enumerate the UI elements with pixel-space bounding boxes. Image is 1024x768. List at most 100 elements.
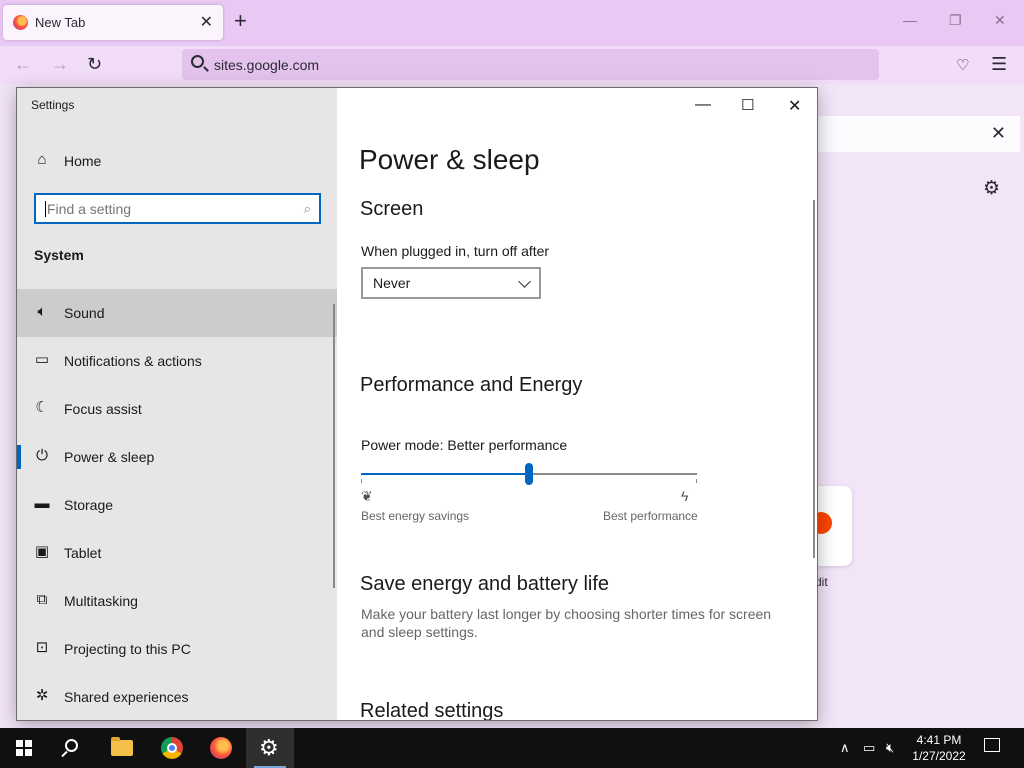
home-icon: ⌂ — [37, 151, 47, 168]
sidebar-item-label: Storage — [64, 497, 114, 513]
speaker-icon: 🔈︎ — [37, 303, 47, 320]
action-center-icon[interactable] — [984, 738, 1000, 752]
sidebar-item-tablet[interactable]: ▣ Tablet — [17, 529, 337, 577]
slider-max-caption: Best performance — [603, 509, 698, 523]
menu-icon[interactable]: ☰ — [991, 54, 1007, 75]
close-window-icon[interactable]: ✕ — [994, 12, 1006, 29]
selected-indicator — [17, 445, 21, 469]
sidebar-item-label: Projecting to this PC — [64, 641, 191, 657]
section-heading: System — [34, 247, 84, 263]
sidebar-item-projecting[interactable]: ⊡ Projecting to this PC — [17, 625, 337, 673]
address-bar[interactable]: sites.google.com — [182, 49, 879, 80]
volume-muted-icon[interactable]: 🔇︎ — [886, 740, 894, 756]
search-icon: ⌕ — [303, 201, 311, 216]
settings-content: — ☐ ✕ Power & sleep Screen When plugged … — [337, 88, 817, 720]
plugged-in-label: When plugged in, turn off after — [361, 243, 550, 259]
forward-arrow-icon[interactable]: → — [51, 54, 69, 75]
settings-sidebar: Settings ⌂ Home Find a setting ⌕ System … — [17, 88, 337, 720]
sidebar-item-home[interactable]: ⌂ Home — [17, 137, 337, 185]
close-icon[interactable]: ✕ — [788, 96, 801, 116]
chrome-icon — [161, 737, 183, 759]
chevron-up-icon[interactable]: ∧ — [840, 740, 850, 756]
sidebar-scrollbar[interactable] — [333, 304, 335, 588]
taskbar-firefox[interactable] — [197, 728, 245, 768]
network-icon[interactable]: ▭ — [863, 740, 875, 756]
pocket-icon[interactable]: ♡ — [956, 56, 969, 74]
leaf-icon: ❦ — [361, 488, 373, 504]
sidebar-item-focus-assist[interactable]: ☾ Focus assist — [17, 385, 337, 433]
gear-icon: ⚙ — [259, 735, 279, 760]
sidebar-item-shared-experiences[interactable]: ✲ Shared experiences — [17, 673, 337, 720]
power-mode-label: Power mode: Better performance — [361, 437, 568, 453]
browser-navigation-bar: ← → ↻ sites.google.com ♡ ☰ — [0, 46, 1024, 84]
find-setting-input[interactable]: Find a setting ⌕ — [34, 193, 321, 224]
sidebar-item-multitasking[interactable]: ⧉ Multitasking — [17, 577, 337, 625]
screen-heading: Screen — [360, 198, 424, 220]
search-placeholder: Find a setting — [45, 201, 132, 217]
power-icon: ⏻ — [36, 447, 48, 464]
sidebar-item-label: Multitasking — [64, 593, 138, 609]
browser-tab-bar: New Tab ✕ + — ❐ ✕ — [0, 0, 1024, 46]
tab-title: New Tab — [35, 15, 86, 30]
related-settings-heading: Related settings — [360, 700, 504, 721]
performance-heading: Performance and Energy — [360, 374, 583, 396]
taskbar-file-explorer[interactable] — [98, 728, 146, 768]
storage-icon: ▬ — [34, 495, 50, 512]
sidebar-item-notifications[interactable]: ▭ Notifications & actions — [17, 337, 337, 385]
back-arrow-icon[interactable]: ← — [14, 54, 32, 75]
minimize-icon[interactable]: — — [695, 96, 711, 114]
clock-date: 1/27/2022 — [912, 749, 966, 763]
taskbar-search-button[interactable] — [48, 728, 96, 768]
content-scrollbar[interactable] — [813, 200, 815, 558]
new-tab-button[interactable]: + — [234, 10, 247, 32]
notification-icon: ▭ — [34, 351, 50, 368]
windows-logo-icon — [16, 740, 32, 756]
folder-icon — [111, 737, 133, 756]
window-title: Settings — [31, 98, 75, 112]
close-notification-icon[interactable]: ✕ — [991, 123, 1006, 144]
reload-icon[interactable]: ↻ — [87, 54, 102, 75]
taskbar-chrome[interactable] — [148, 728, 196, 768]
notification-bar: ✕ — [800, 116, 1020, 152]
power-mode-slider[interactable] — [361, 463, 697, 485]
sidebar-item-label: Home — [64, 153, 102, 169]
slider-fill — [361, 473, 529, 475]
sidebar-item-label: Sound — [64, 305, 105, 321]
sidebar-item-sound[interactable]: 🔈︎ Sound — [17, 289, 337, 337]
firefox-icon — [210, 737, 232, 759]
screen-timeout-dropdown[interactable]: Never — [361, 267, 541, 299]
taskbar-clock[interactable]: 4:41 PM 1/27/2022 — [904, 732, 974, 764]
shared-experiences-icon: ✲ — [35, 687, 49, 704]
save-energy-description: Make your battery last longer by choosin… — [361, 606, 772, 640]
restore-icon[interactable]: ❐ — [949, 12, 962, 29]
save-energy-heading: Save energy and battery life — [360, 573, 610, 595]
sidebar-item-label: Tablet — [64, 545, 102, 561]
start-button[interactable] — [0, 728, 48, 768]
search-icon — [191, 55, 204, 68]
sidebar-item-label: Shared experiences — [64, 689, 189, 705]
minimize-icon[interactable]: — — [903, 12, 917, 28]
chevron-down-icon — [518, 275, 531, 288]
sidebar-item-label: Power & sleep — [64, 449, 155, 465]
sidebar-item-storage[interactable]: ▬ Storage — [17, 481, 337, 529]
browser-tab-new-tab[interactable]: New Tab ✕ — [3, 5, 223, 40]
sidebar-item-label: Notifications & actions — [64, 353, 202, 369]
taskbar: ⚙ ∧ ▭ 🔇︎ 4:41 PM 1/27/2022 — [0, 728, 1024, 768]
taskbar-settings[interactable]: ⚙ — [246, 728, 294, 768]
page-title: Power & sleep — [359, 144, 540, 175]
slider-tick — [361, 479, 362, 483]
sidebar-item-power-sleep[interactable]: ⏻ Power & sleep — [17, 433, 337, 481]
slider-thumb[interactable] — [525, 463, 533, 485]
tablet-icon: ▣ — [34, 543, 50, 560]
tab-close-button[interactable]: ✕ — [200, 12, 213, 32]
gear-icon[interactable]: ⚙ — [983, 177, 1000, 200]
search-icon — [65, 739, 78, 752]
lightning-icon: ϟ — [681, 488, 689, 504]
maximize-icon[interactable]: ☐ — [741, 96, 754, 114]
dropdown-value: Never — [373, 275, 411, 291]
settings-window: Settings ⌂ Home Find a setting ⌕ System … — [16, 87, 818, 721]
slider-tick — [696, 479, 697, 483]
firefox-icon — [13, 15, 28, 30]
clock-time: 4:41 PM — [916, 733, 962, 747]
address-bar-text[interactable]: sites.google.com — [214, 57, 319, 73]
